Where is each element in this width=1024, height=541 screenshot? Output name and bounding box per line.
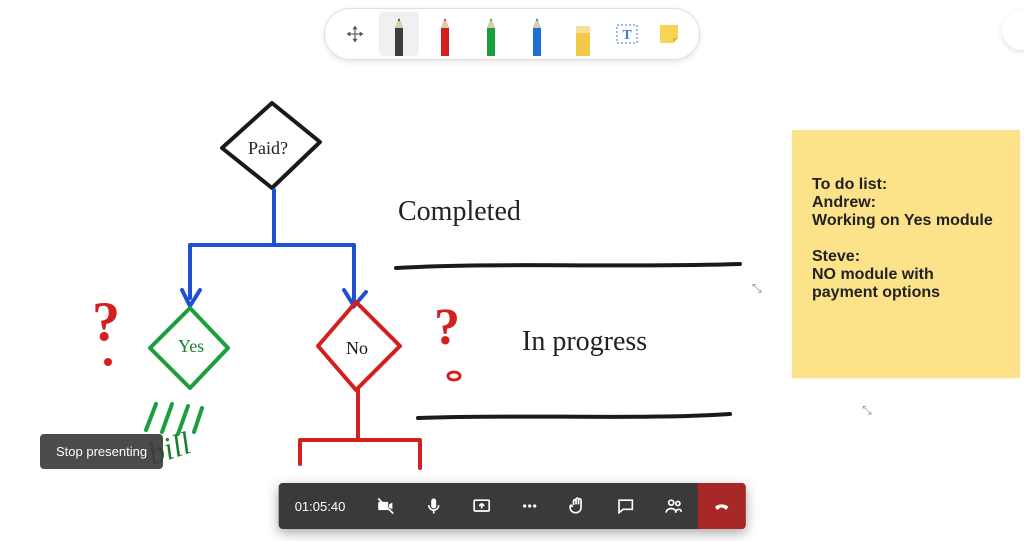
sticky-note[interactable]: To do list: Andrew: Working on Yes modul… [792,130,1020,378]
flowchart-completed-label: Completed [398,196,521,228]
raise-hand-button[interactable] [553,483,601,529]
flowchart-paid-label: Paid? [248,138,288,159]
participants-button[interactable] [649,483,697,529]
more-actions-button[interactable] [505,483,553,529]
flowchart-no-label: No [346,338,368,359]
stop-presenting-button[interactable]: Stop presenting [40,434,163,469]
meeting-control-bar: 01:05:40 [279,483,746,529]
microphone-toggle-button[interactable] [409,483,457,529]
hang-up-button[interactable] [697,483,745,529]
resize-handle-icon[interactable]: ⤡ [752,282,764,294]
stop-presenting-label: Stop presenting [56,444,147,459]
question-mark-right: ? [434,298,460,357]
meeting-timer: 01:05:40 [279,483,362,529]
flowchart-yes-label: Yes [178,336,204,357]
flowchart-inprogress-label: In progress [522,326,647,358]
question-mark-left: ? [92,290,120,354]
resize-handle-icon[interactable]: ⤡ [862,404,874,416]
share-screen-button[interactable] [457,483,505,529]
camera-toggle-button[interactable] [361,483,409,529]
chat-button[interactable] [601,483,649,529]
sticky-note-text: To do list: Andrew: Working on Yes modul… [812,176,1000,302]
